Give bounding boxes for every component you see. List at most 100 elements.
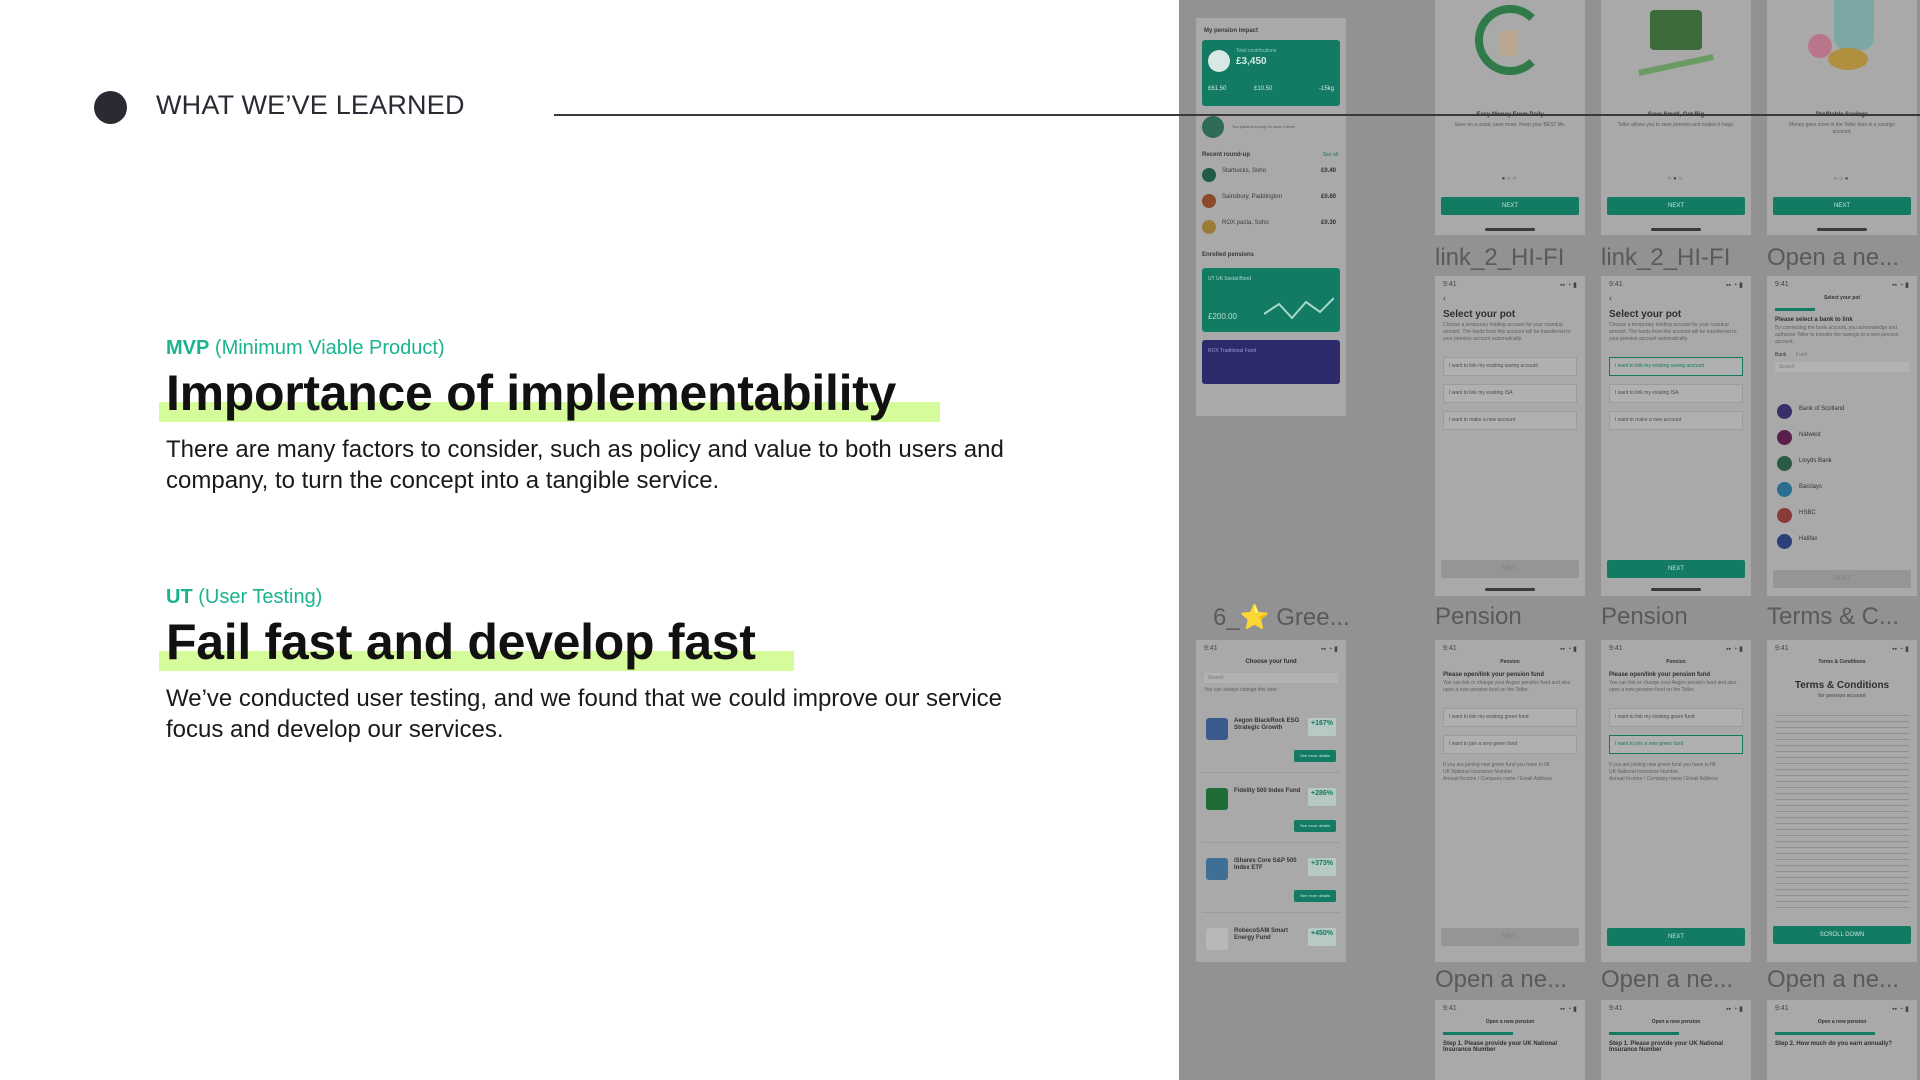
pot-option[interactable]: I want to make a new account <box>1609 411 1743 430</box>
tab-fund[interactable]: Fund <box>1796 352 1807 358</box>
status-bar: 9:41 ▪▪ ◔ ▮ <box>1775 1005 1909 1013</box>
fund-logo-icon <box>1206 788 1228 810</box>
fund-title: Choose your fund <box>1245 659 1297 665</box>
status-bar: 9:41 ▪▪ ◔ ▮ <box>1775 645 1909 653</box>
pension-card-value: £200.00 <box>1208 312 1237 321</box>
contribution-card[interactable]: Total contributions £3,450 £61.50 £10.50… <box>1202 40 1340 106</box>
terms-screen[interactable]: 9:41 ▪▪ ◔ ▮ Terms & Conditions Terms & Co… <box>1767 640 1917 962</box>
see-details-button[interactable]: See more details <box>1294 750 1336 762</box>
bank-row[interactable]: HSBC <box>1777 508 1907 532</box>
fund-screen[interactable]: 9:41 ▪▪ ◔ ▮ Choose your fund Search You c… <box>1196 640 1346 962</box>
next-button[interactable]: NEXT <box>1441 197 1579 215</box>
fund-row[interactable]: iShares Core S&P 500 Index ETF +373% See… <box>1202 852 1340 913</box>
roundup-row[interactable]: ROX pasta, Soho £0.30 <box>1202 218 1340 240</box>
frame-label: link_2_HI-FI <box>1435 244 1565 271</box>
see-all-link[interactable]: See all <box>1323 152 1338 158</box>
pot-sub: Choose a temporary holding account for y… <box>1609 322 1737 342</box>
pension-card-green[interactable]: UT UK Social Bond £200.00 <box>1202 268 1340 332</box>
pension-sub: You can link or change your Aegon pensio… <box>1443 680 1571 693</box>
pot-screen-selected[interactable]: 9:41 ▪▪ ◔ ▮ ‹ Select your pot Choose a te… <box>1601 276 1751 596</box>
next-button[interactable]: NEXT <box>1441 928 1579 946</box>
next-button[interactable]: NEXT <box>1607 197 1745 215</box>
mvp-full: (Minimum Viable Product) <box>214 337 445 359</box>
status-bar: 9:41 ▪▪ ◔ ▮ <box>1443 1005 1577 1013</box>
section-title: WHAT WE’VE LEARNED <box>156 90 465 120</box>
roundup-row[interactable]: Starbucks, Soho £0.40 <box>1202 166 1340 188</box>
scroll-down-button[interactable]: SCROLL DOWN <box>1773 926 1911 944</box>
card-value: £3,450 <box>1236 56 1267 67</box>
bank-row[interactable]: Barclays <box>1777 482 1907 506</box>
bank-nav-title: Select your pot <box>1823 295 1861 301</box>
tree-icon <box>1202 116 1224 138</box>
open-pension-screen-1[interactable]: 9:41 ▪▪ ◔ ▮ Open a new pension Step 1. Pl… <box>1435 1000 1585 1080</box>
bank-row[interactable]: Bank of Scotland <box>1777 404 1907 428</box>
bank-search-input[interactable]: Search <box>1775 362 1909 372</box>
onboarding-screen-2[interactable]: Save Small, Get Big Teller allows you to… <box>1601 0 1751 235</box>
pension-option[interactable]: I want to link my existing green fund <box>1443 708 1577 727</box>
ut-block: UT (User Testing) Fail fast and develop … <box>159 586 1046 745</box>
roundup-name: Sainsbury, Paddington <box>1222 194 1282 200</box>
next-button[interactable]: NEXT <box>1441 560 1579 578</box>
onboarding-screen-3[interactable]: Profitable Savings Money goes more in th… <box>1767 0 1917 235</box>
section-divider <box>554 114 1920 116</box>
status-bar: 9:41 ▪▪ ◔ ▮ <box>1609 1005 1743 1013</box>
fund-row[interactable]: RobecoSAM Smart Energy Fund +450% <box>1202 922 1340 962</box>
home-screen[interactable]: My pension impact Total contributions £3… <box>1196 18 1346 416</box>
bank-logo-icon <box>1777 430 1792 445</box>
pension-screen-2[interactable]: 9:41 ▪▪ ◔ ▮ Pension Please open/link your… <box>1601 640 1751 962</box>
tab-bank[interactable]: Bank <box>1775 352 1786 358</box>
pension-option[interactable]: I want to link my existing green fund <box>1609 708 1743 727</box>
next-button[interactable]: NEXT <box>1607 928 1745 946</box>
section-dot-icon <box>94 91 127 124</box>
fund-logo-icon <box>1206 858 1228 880</box>
bank-tabs: Bank Fund <box>1767 346 1917 358</box>
ut-abbr: UT <box>166 586 193 608</box>
pot-option[interactable]: I want to link my existing ISA <box>1609 384 1743 403</box>
card-stat-1: £61.50 <box>1208 86 1227 92</box>
fund-logo-icon <box>1206 928 1228 950</box>
fund-pct: +167% <box>1308 718 1336 736</box>
pension-title: Please open/link your pension fund <box>1609 672 1711 678</box>
pension-option[interactable]: I want to join a new green fund <box>1443 735 1577 754</box>
pot-screen[interactable]: 9:41 ▪▪ ◔ ▮ ‹ Select your pot Choose a te… <box>1435 276 1585 596</box>
bank-screen[interactable]: 9:41 ▪▪ ◔ ▮ Select your pot Please select… <box>1767 276 1917 596</box>
roundup-row[interactable]: Sainsbury, Paddington £0.60 <box>1202 192 1340 214</box>
pension-screen-1[interactable]: 9:41 ▪▪ ◔ ▮ Pension Please open/link your… <box>1435 640 1585 962</box>
pot-title: Select your pot <box>1609 309 1682 320</box>
pension-bullet: Annual Income / Company name / Email Add… <box>1609 776 1718 782</box>
fund-row[interactable]: Fidelity 500 Index Fund +286% See more d… <box>1202 782 1340 843</box>
pot-option[interactable]: I want to make a new account <box>1443 411 1577 430</box>
status-bar: 9:41 ▪▪ ◔ ▮ <box>1443 281 1577 289</box>
bank-sub: By connecting the bank account, you ackn… <box>1775 325 1899 345</box>
fund-note: You can always change this later. <box>1204 687 1278 693</box>
next-button[interactable]: NEXT <box>1773 197 1911 215</box>
home-section-roundup: Recent round-up <box>1202 152 1250 158</box>
roundup-name: Starbucks, Soho <box>1222 168 1267 174</box>
pension-bullet: UK National Insurance Number <box>1443 769 1513 775</box>
fund-row[interactable]: Aegon BlackRock ESG Strategic Growth +16… <box>1202 712 1340 773</box>
back-chevron-icon[interactable]: ‹ <box>1435 289 1585 303</box>
see-details-button[interactable]: See more details <box>1294 890 1336 902</box>
back-chevron-icon[interactable]: ‹ <box>1601 289 1751 303</box>
bank-row[interactable]: Lloyds Bank <box>1777 456 1907 480</box>
pension-card-title: UT UK Social Bond <box>1208 276 1251 282</box>
pot-option[interactable]: I want to link my existing saving accoun… <box>1443 357 1577 376</box>
fund-search-input[interactable]: Search <box>1204 673 1338 683</box>
pension-card-purple[interactable]: ROX Traditional Fund <box>1202 340 1340 384</box>
pot-title: Select your pot <box>1443 309 1516 320</box>
see-details-button[interactable]: See more details <box>1294 820 1336 832</box>
slide-content: WHAT WE’VE LEARNED MVP (Minimum Viable P… <box>0 0 1179 1080</box>
onboarding-screen-1[interactable]: Easy Money From Daily Save on a usual, s… <box>1435 0 1585 235</box>
open-pension-screen-3[interactable]: 9:41 ▪▪ ◔ ▮ Open a new pension Step 2. Ho… <box>1767 1000 1917 1080</box>
next-button[interactable]: NEXT <box>1607 560 1745 578</box>
pension-option-selected[interactable]: I want to join a new green fund <box>1609 735 1743 754</box>
open-pension-screen-2[interactable]: 9:41 ▪▪ ◔ ▮ Open a new pension Step 1. Pl… <box>1601 1000 1751 1080</box>
bank-row[interactable]: Natwest <box>1777 430 1907 454</box>
pot-option-selected[interactable]: I want to link my existing saving accoun… <box>1609 357 1743 376</box>
bank-row[interactable]: Halifax <box>1777 534 1907 558</box>
tree-note: You planted enough to save 2 trees <box>1232 124 1295 129</box>
bank-name: Bank of Scotland <box>1799 406 1845 412</box>
next-button[interactable]: NEXT <box>1773 570 1911 588</box>
pot-option[interactable]: I want to link my existing ISA <box>1443 384 1577 403</box>
bank-logo-icon <box>1777 482 1792 497</box>
